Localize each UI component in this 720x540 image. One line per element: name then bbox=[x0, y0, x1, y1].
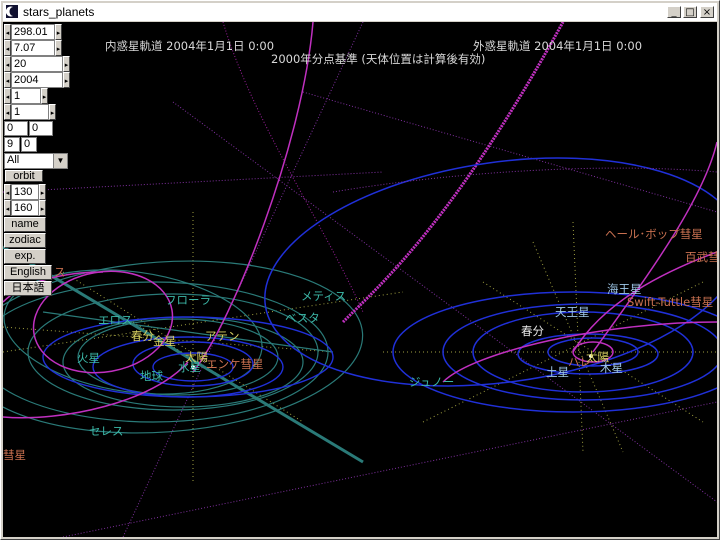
maximize-icon: □ bbox=[685, 7, 695, 18]
increment-icon[interactable]: ▸ bbox=[55, 24, 62, 40]
increment-icon[interactable]: ▸ bbox=[39, 184, 46, 200]
label-encke: エンケ彗星 bbox=[206, 357, 264, 371]
spin-value-3[interactable]: 20 bbox=[11, 56, 63, 72]
offset-field-a2[interactable]: 0 bbox=[29, 121, 53, 136]
label-ceres: セレス bbox=[89, 424, 124, 438]
decrement-icon[interactable]: ◂ bbox=[4, 104, 11, 120]
decrement-icon[interactable]: ◂ bbox=[4, 56, 11, 72]
spin-control-1[interactable]: ◂ 298.01 ▸ bbox=[4, 24, 62, 40]
label-comet-edge: 彗星 bbox=[3, 448, 26, 462]
japanese-button[interactable]: 日本語 bbox=[4, 281, 52, 296]
label-jupiter: 木星 bbox=[600, 361, 623, 375]
orbit-plot bbox=[3, 22, 717, 537]
minimize-button[interactable]: _ bbox=[667, 6, 681, 18]
label-left-edge: ス bbox=[54, 265, 66, 279]
increment-icon[interactable]: ▸ bbox=[39, 200, 46, 216]
app-icon bbox=[6, 5, 18, 18]
decrement-icon[interactable]: ◂ bbox=[4, 40, 11, 56]
title-bar: stars_planets _ □ × bbox=[3, 3, 717, 21]
spin-control-2[interactable]: ◂ 7.07 ▸ bbox=[4, 40, 62, 56]
label-juno: ジュノー bbox=[409, 375, 455, 389]
offset-field-b2[interactable]: 0 bbox=[21, 137, 37, 152]
spin-control-6[interactable]: ◂ 1 ▸ bbox=[4, 104, 56, 120]
minimize-icon: _ bbox=[671, 7, 677, 18]
zodiac-button[interactable]: zodiac bbox=[4, 233, 46, 248]
label-uranus: 天王星 bbox=[555, 305, 590, 319]
close-icon: × bbox=[702, 7, 712, 18]
spin-value-8[interactable]: 160 bbox=[11, 200, 39, 216]
label-mars: 火星 bbox=[77, 351, 100, 365]
spin-value-2[interactable]: 7.07 bbox=[11, 40, 55, 56]
label-vernal-right: 春分 bbox=[521, 324, 544, 338]
spin-value-7[interactable]: 130 bbox=[11, 184, 39, 200]
decrement-icon[interactable]: ◂ bbox=[4, 88, 11, 104]
spin-value-1[interactable]: 298.01 bbox=[11, 24, 55, 40]
offset-field-b1[interactable]: 9 bbox=[4, 137, 20, 152]
increment-icon[interactable]: ▸ bbox=[63, 72, 70, 88]
epoch-note: 2000年分点基準 (天体位置は計算後有効) bbox=[271, 52, 486, 66]
label-saturn: 土星 bbox=[546, 365, 569, 379]
spin-value-6[interactable]: 1 bbox=[11, 104, 49, 120]
label-venus: 金星 bbox=[153, 334, 176, 348]
english-button[interactable]: English bbox=[4, 265, 52, 280]
label-earth: 地球 bbox=[140, 369, 163, 383]
spin-value-4[interactable]: 2004 bbox=[11, 72, 63, 88]
label-swift-tuttle: Swift-Tuttle彗星 bbox=[627, 295, 714, 309]
exp-button[interactable]: exp. bbox=[4, 249, 46, 264]
label-vesta: ベスタ bbox=[285, 311, 320, 325]
increment-icon[interactable]: ▸ bbox=[55, 40, 62, 56]
increment-icon[interactable]: ▸ bbox=[63, 56, 70, 72]
spin-control-3[interactable]: ◂ 20 ▸ bbox=[4, 56, 70, 72]
close-button[interactable]: × bbox=[700, 6, 714, 18]
decrement-icon[interactable]: ◂ bbox=[4, 24, 11, 40]
sky-canvas[interactable]: 内惑星軌道 2004年1月1日 0:00 外惑星軌道 2004年1月1日 0:0… bbox=[3, 22, 717, 537]
maximize-button[interactable]: □ bbox=[683, 6, 697, 18]
decrement-icon[interactable]: ◂ bbox=[4, 200, 11, 216]
app-window: stars_planets _ □ × 内惑星軌道 2004年1月1日 0:00… bbox=[0, 0, 720, 540]
decrement-icon[interactable]: ◂ bbox=[4, 184, 11, 200]
spin-control-7[interactable]: ◂ 130 ▸ bbox=[4, 184, 46, 200]
filter-select[interactable]: All ▼ bbox=[4, 153, 68, 169]
inner-orbit-title: 内惑星軌道 2004年1月1日 0:00 bbox=[105, 39, 275, 53]
label-metis: メティス bbox=[301, 289, 347, 303]
increment-icon[interactable]: ▸ bbox=[41, 88, 48, 104]
chevron-down-icon[interactable]: ▼ bbox=[53, 154, 67, 168]
name-button[interactable]: name bbox=[4, 217, 46, 232]
label-hale-bopp: ヘール･ボップ彗星 bbox=[605, 227, 703, 241]
increment-icon[interactable]: ▸ bbox=[49, 104, 56, 120]
spin-control-4[interactable]: ◂ 2004 ▸ bbox=[4, 72, 70, 88]
outer-orbit-title: 外惑星軌道 2004年1月1日 0:00 bbox=[473, 39, 643, 53]
spin-value-5[interactable]: 1 bbox=[11, 88, 41, 104]
spin-control-8[interactable]: ◂ 160 ▸ bbox=[4, 200, 46, 216]
label-eros: エロス bbox=[98, 313, 133, 327]
orbit-button[interactable]: orbit bbox=[5, 170, 43, 182]
decrement-icon[interactable]: ◂ bbox=[4, 72, 11, 88]
label-halley: ハレ bbox=[568, 355, 591, 369]
label-vernal-left: 春分 bbox=[131, 329, 154, 343]
label-hyakutake: 百武彗 bbox=[685, 250, 717, 264]
spin-control-5[interactable]: ◂ 1 ▸ bbox=[4, 88, 48, 104]
offset-field-a1[interactable]: 0 bbox=[4, 121, 28, 136]
label-aten: アテン bbox=[205, 329, 240, 343]
label-mercury: 水星 bbox=[178, 360, 201, 374]
label-flora: フローラ bbox=[165, 293, 211, 307]
window-title: stars_planets bbox=[23, 5, 95, 19]
filter-select-value: All bbox=[7, 154, 20, 166]
